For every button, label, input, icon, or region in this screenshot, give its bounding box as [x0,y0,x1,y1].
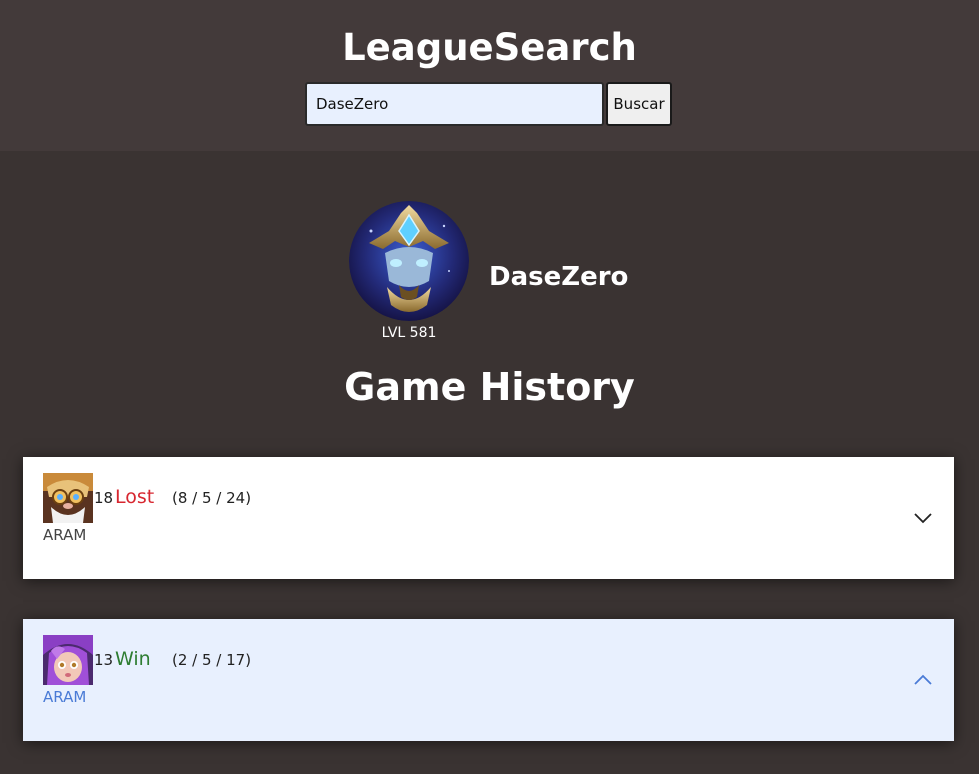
match-kda: (8 / 5 / 24) [172,489,252,507]
game-mode: ARAM [43,688,87,706]
summoner-profile-icon [349,201,469,321]
match-kda: (2 / 5 / 17) [172,651,252,669]
summoner-name: DaseZero [489,262,629,292]
search-button[interactable]: Buscar [606,82,672,126]
chevron-up-icon[interactable] [912,669,934,691]
match-result: Lost [115,486,155,508]
game-mode: ARAM [43,526,87,544]
game-history-title: Game History [344,365,635,409]
champion-level: 18 [94,489,114,507]
summoner-level: LVL 581 [381,325,437,341]
app-title: LeagueSearch [342,26,637,69]
summoner-profile: LVL 581 DaseZero [349,201,649,351]
match-card[interactable]: 18 Lost (8 / 5 / 24) ARAM [23,457,954,579]
heimerdinger-icon [43,473,93,523]
chevron-down-icon[interactable] [912,507,934,529]
search-bar: Buscar [305,82,672,126]
champion-level: 13 [94,651,114,669]
app-header: LeagueSearch Buscar [0,0,979,151]
summoner-search-input[interactable] [305,82,604,126]
match-result: Win [115,648,151,670]
match-card[interactable]: 13 Win (2 / 5 / 17) ARAM [23,619,954,741]
neeko-icon [43,635,93,685]
